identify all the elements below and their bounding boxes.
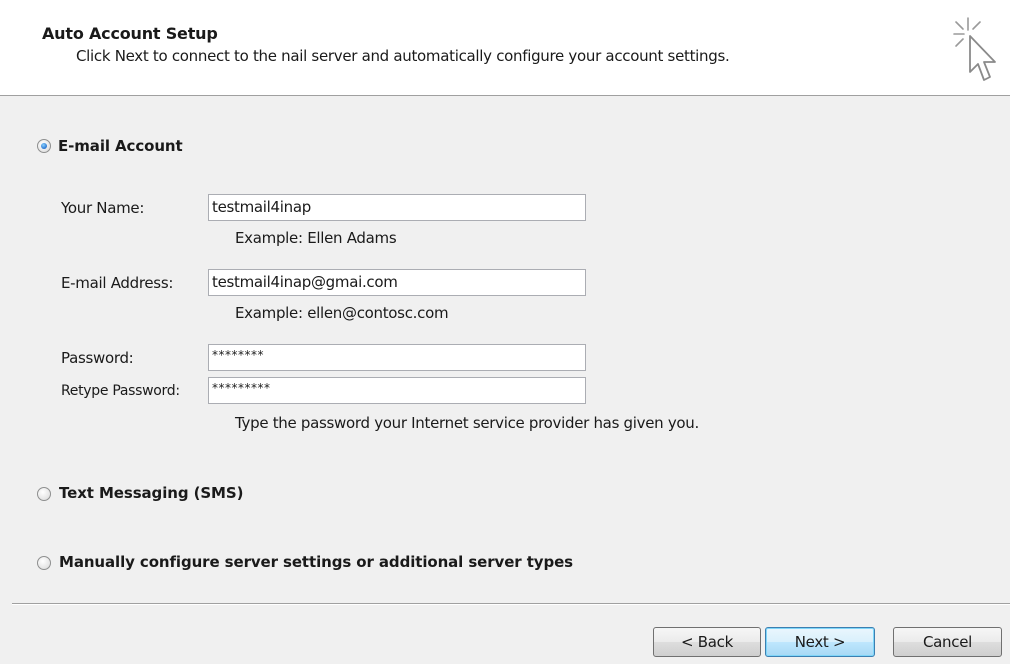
email-address-label: E-mail Address:: [61, 274, 174, 292]
back-button[interactable]: < Back: [653, 627, 761, 657]
auto-account-setup-dialog: Auto Account Setup Click Next to connect…: [0, 0, 1010, 664]
your-name-input[interactable]: testmail4inap: [208, 194, 586, 221]
retype-password-input[interactable]: *********: [208, 377, 586, 404]
next-button[interactable]: Next >: [765, 627, 875, 657]
manual-config-label[interactable]: Manually configure server settings or ad…: [59, 553, 573, 571]
text-messaging-label[interactable]: Text Messaging (SMS): [59, 484, 243, 502]
retype-password-label: Retype Password:: [61, 383, 180, 399]
email-address-input[interactable]: testmail4inap@gmai.com: [208, 269, 586, 296]
page-description: Click Next to connect to the nail server…: [76, 47, 730, 65]
wizard-header: Auto Account Setup Click Next to connect…: [0, 0, 1010, 96]
cursor-sparkle-icon: [953, 17, 996, 81]
your-name-label: Your Name:: [61, 199, 145, 217]
password-hint: Type the password your Internet service …: [235, 414, 699, 432]
your-name-example: Example: Ellen Adams: [235, 229, 397, 247]
text-messaging-radio[interactable]: [37, 487, 51, 501]
cancel-button[interactable]: Cancel: [893, 627, 1002, 657]
email-account-radio[interactable]: [37, 139, 51, 153]
footer-separator: [12, 603, 1010, 605]
password-input[interactable]: ********: [208, 344, 586, 371]
password-label: Password:: [61, 349, 134, 367]
email-account-label[interactable]: E-mail Account: [58, 137, 183, 155]
manual-config-radio[interactable]: [37, 556, 51, 570]
page-title: Auto Account Setup: [42, 24, 218, 43]
email-address-example: Example: ellen@contosc.com: [235, 304, 449, 322]
